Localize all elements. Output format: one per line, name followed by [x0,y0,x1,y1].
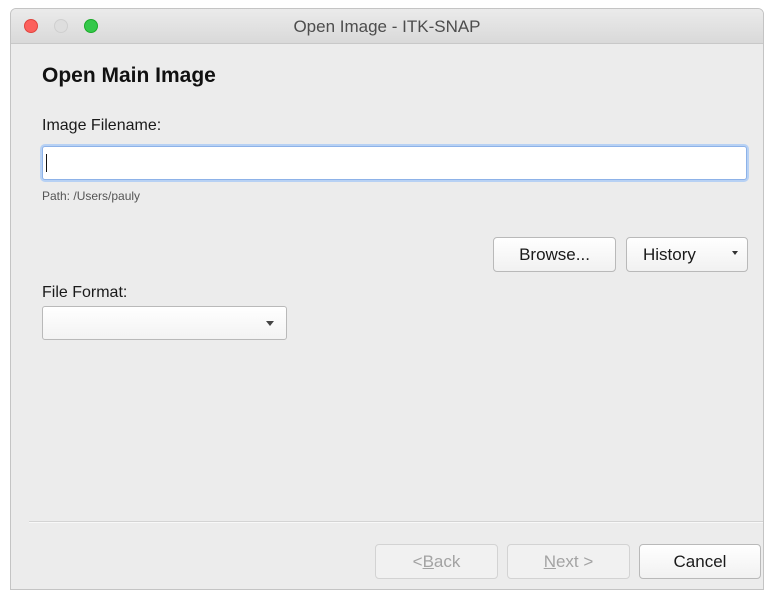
next-button-rest: ext > [555,551,594,571]
next-button-mnemonic: N [543,551,556,571]
chevron-down-icon [732,251,738,255]
back-button-mnemonic: B [422,551,434,571]
file-format-label: File Format: [42,284,128,301]
browse-button[interactable]: Browse... [493,237,616,272]
path-text: Path: /Users/pauly [42,189,141,203]
text-caret [46,154,47,172]
title-bar: Open Image - ITK-SNAP [11,9,763,44]
image-filename-input[interactable] [42,146,747,180]
history-button-label: History [643,244,696,264]
back-button-rest: ack [433,551,461,571]
page-heading: Open Main Image [42,64,216,87]
history-button[interactable]: History [626,237,748,272]
next-button[interactable]: Next > [507,544,630,579]
window-title: Open Image - ITK-SNAP [293,17,481,36]
dropdown-arrow-icon [266,321,274,326]
file-format-select[interactable] [42,306,287,340]
back-button[interactable]: < Back [375,544,498,579]
back-button-prefix: < [412,551,423,571]
dialog-window: Open Image - ITK-SNAP Open Main Image Im… [10,8,764,590]
image-filename-label: Image Filename: [42,117,162,134]
cancel-button[interactable]: Cancel [639,544,761,579]
footer-divider [29,521,763,523]
